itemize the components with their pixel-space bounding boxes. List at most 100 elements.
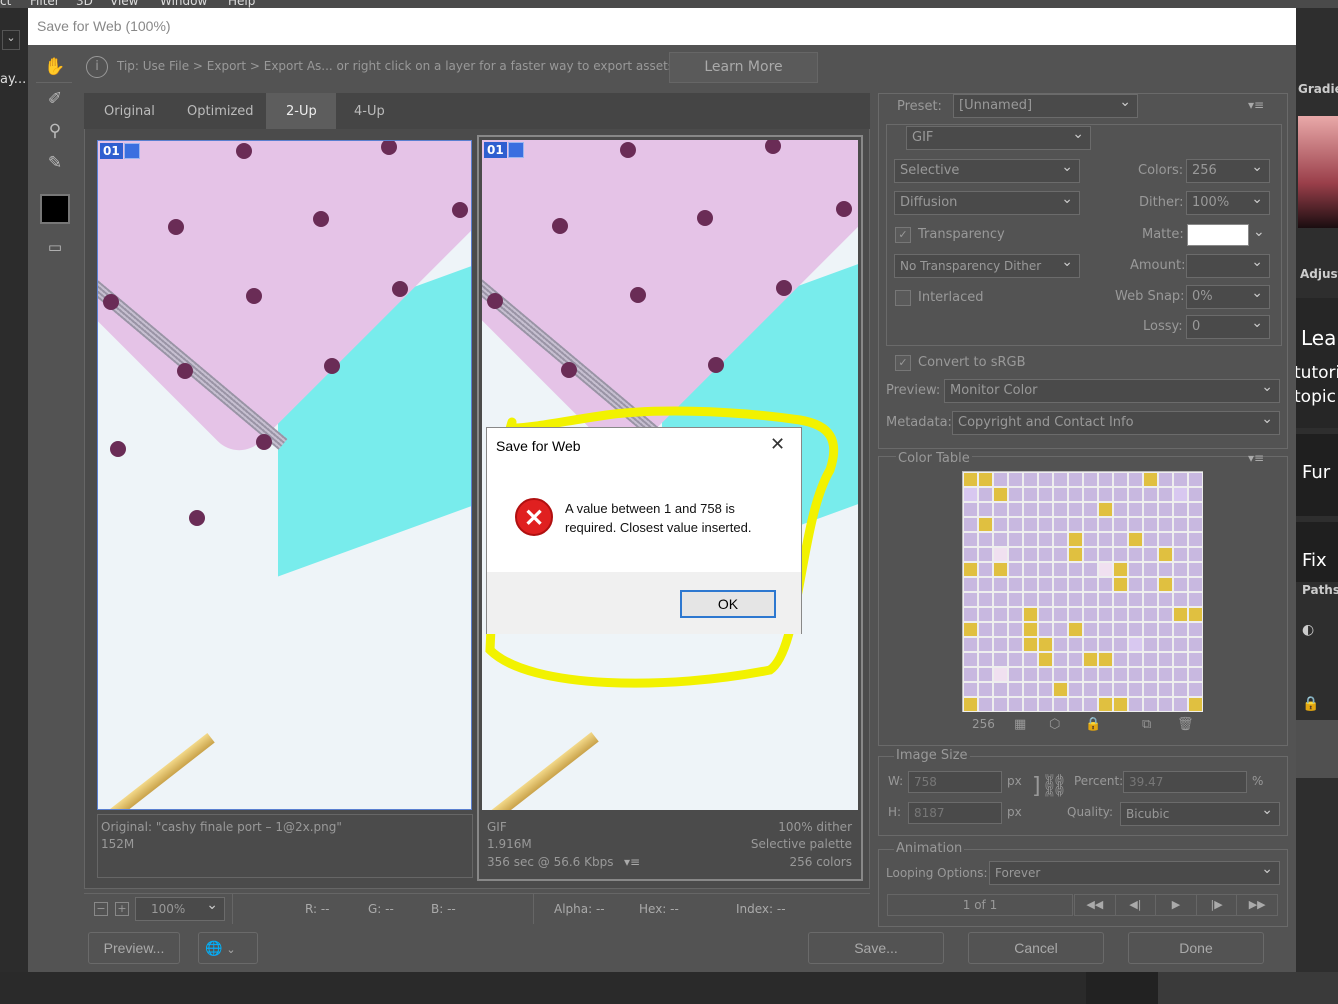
color-swatch[interactable] — [1173, 487, 1188, 502]
toggle-slices-icon[interactable]: ▭ — [42, 234, 68, 260]
color-swatch[interactable] — [1068, 532, 1083, 547]
color-swatch[interactable] — [1053, 697, 1068, 712]
color-swatch[interactable] — [1158, 547, 1173, 562]
color-swatch[interactable] — [1173, 592, 1188, 607]
color-swatch[interactable] — [993, 622, 1008, 637]
color-swatch[interactable] — [1038, 472, 1053, 487]
web-snap-field[interactable]: 0% — [1186, 285, 1270, 309]
color-swatch[interactable] — [1113, 637, 1128, 652]
link-constrain-icon[interactable]: ]⛓ — [1032, 774, 1069, 799]
color-swatch[interactable] — [993, 577, 1008, 592]
color-swatch[interactable] — [1023, 652, 1038, 667]
color-swatch[interactable] — [993, 547, 1008, 562]
color-swatch[interactable] — [1173, 667, 1188, 682]
zoom-tool-icon[interactable]: ⚲ — [42, 118, 68, 144]
slice-select-tool-icon[interactable]: ✐ — [42, 86, 68, 112]
color-swatch[interactable] — [1173, 547, 1188, 562]
color-swatch[interactable] — [1008, 472, 1023, 487]
color-swatch[interactable] — [1053, 547, 1068, 562]
color-swatch[interactable] — [1098, 637, 1113, 652]
color-swatch[interactable] — [1083, 682, 1098, 697]
close-icon[interactable]: ✕ — [770, 434, 785, 455]
color-swatch[interactable] — [993, 607, 1008, 622]
color-swatch[interactable] — [1188, 517, 1203, 532]
color-swatch[interactable] — [963, 622, 978, 637]
color-swatch[interactable] — [1143, 652, 1158, 667]
color-swatch[interactable] — [1038, 682, 1053, 697]
color-swatch[interactable] — [1053, 682, 1068, 697]
color-swatch[interactable] — [1053, 667, 1068, 682]
color-swatch[interactable] — [1068, 592, 1083, 607]
quality-select[interactable]: Bicubic — [1120, 802, 1280, 826]
done-button[interactable]: Done — [1128, 932, 1264, 964]
colors-field[interactable]: 256 — [1186, 159, 1270, 183]
zoom-out-button[interactable]: − — [94, 902, 108, 916]
color-swatch[interactable] — [1098, 562, 1113, 577]
color-swatch[interactable] — [1008, 622, 1023, 637]
convert-srgb-checkbox[interactable]: ✓ — [895, 355, 911, 371]
cube-icon[interactable]: ⬡ — [1049, 717, 1060, 732]
format-select[interactable]: GIF — [906, 126, 1091, 150]
settings-menu-icon[interactable]: ▾≡ — [1248, 98, 1264, 112]
color-swatch[interactable] — [1173, 562, 1188, 577]
color-swatch[interactable] — [1038, 487, 1053, 502]
color-swatch[interactable] — [993, 697, 1008, 712]
tab-gradients[interactable]: Gradie — [1298, 82, 1338, 96]
color-swatch[interactable] — [1188, 682, 1203, 697]
browser-preview-button[interactable]: 🌐 ⌄ — [198, 932, 258, 964]
color-swatch[interactable] — [1023, 562, 1038, 577]
color-swatch[interactable] — [1188, 592, 1203, 607]
color-swatch[interactable] — [1143, 607, 1158, 622]
color-swatch[interactable] — [1023, 607, 1038, 622]
reduction-select[interactable]: Selective — [894, 159, 1080, 183]
first-frame-icon[interactable]: ◀◀ — [1075, 895, 1116, 915]
color-swatch[interactable] — [1158, 532, 1173, 547]
color-swatch[interactable] — [1128, 502, 1143, 517]
color-swatch[interactable] — [993, 682, 1008, 697]
color-swatch[interactable] — [1008, 592, 1023, 607]
color-swatch[interactable] — [1023, 487, 1038, 502]
color-swatch[interactable] — [1098, 607, 1113, 622]
color-swatch[interactable] — [1188, 607, 1203, 622]
color-swatch[interactable] — [1083, 517, 1098, 532]
color-swatch[interactable] — [1083, 562, 1098, 577]
color-swatch[interactable] — [1128, 577, 1143, 592]
new-color-icon[interactable]: ⧉ — [1142, 717, 1151, 732]
lossy-field[interactable]: 0 — [1186, 315, 1270, 339]
color-swatch[interactable] — [1068, 607, 1083, 622]
color-swatch[interactable] — [1128, 562, 1143, 577]
zoom-in-button[interactable]: + — [115, 902, 129, 916]
color-swatch[interactable] — [978, 682, 993, 697]
color-swatch[interactable] — [1023, 502, 1038, 517]
color-swatch[interactable] — [1143, 592, 1158, 607]
color-swatch[interactable] — [1143, 562, 1158, 577]
color-swatch[interactable] — [1098, 517, 1113, 532]
color-swatch[interactable] — [1098, 487, 1113, 502]
color-swatch[interactable] — [1038, 697, 1053, 712]
color-swatch[interactable] — [1098, 652, 1113, 667]
color-swatch[interactable] — [1023, 682, 1038, 697]
learn-more-button[interactable]: Learn More — [669, 52, 818, 83]
trash-icon[interactable]: 🗑 — [1177, 717, 1194, 732]
menu-item[interactable]: ct — [0, 0, 11, 8]
color-swatch[interactable] — [978, 667, 993, 682]
color-swatch[interactable] — [1188, 502, 1203, 517]
adjustment-icon[interactable]: ◐ — [1302, 622, 1314, 638]
color-swatch[interactable] — [1023, 592, 1038, 607]
color-swatch[interactable] — [1128, 607, 1143, 622]
color-swatch[interactable] — [1188, 532, 1203, 547]
color-swatch[interactable] — [1143, 502, 1158, 517]
color-swatch[interactable] — [1113, 472, 1128, 487]
color-swatch[interactable] — [1158, 592, 1173, 607]
color-swatch[interactable] — [1083, 637, 1098, 652]
color-swatch[interactable] — [1173, 472, 1188, 487]
color-swatch[interactable] — [978, 577, 993, 592]
menu-item[interactable]: Window — [160, 0, 207, 8]
color-swatch[interactable] — [1068, 697, 1083, 712]
hand-tool-icon[interactable]: ✋ — [42, 54, 68, 80]
color-swatch[interactable] — [1128, 487, 1143, 502]
original-preview-pane[interactable]: 01 — [97, 140, 472, 810]
color-swatch[interactable] — [1158, 682, 1173, 697]
color-swatch[interactable] — [1173, 577, 1188, 592]
color-swatch[interactable] — [978, 637, 993, 652]
